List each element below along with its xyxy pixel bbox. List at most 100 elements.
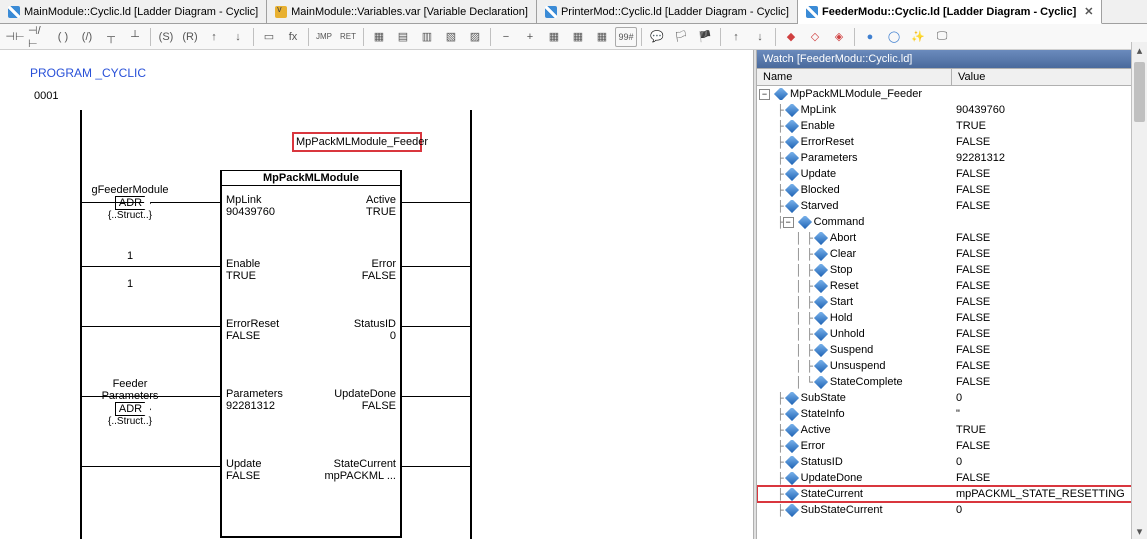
tool-return[interactable]: RET [337, 27, 359, 47]
watch-value-cell[interactable]: FALSE [952, 280, 1147, 292]
watch-row[interactable]: −MpPackMLModule_Feeder [757, 86, 1147, 102]
watch-row[interactable]: │ ├UnsuspendFALSE [757, 358, 1147, 374]
watch-value-cell[interactable]: TRUE [952, 424, 1147, 436]
watch-row[interactable]: ├StateInfo" [757, 406, 1147, 422]
tool-bubble[interactable]: 💬 [646, 27, 668, 47]
tool-down[interactable]: ↓ [749, 27, 771, 47]
external-label[interactable]: 1 [87, 250, 173, 262]
tab[interactable]: PrinterMod::Cyclic.ld [Ladder Diagram - … [537, 0, 798, 23]
tool-set[interactable]: (S) [155, 27, 177, 47]
tool-branch-up[interactable]: ┴ [124, 27, 146, 47]
watch-value-cell[interactable]: FALSE [952, 248, 1147, 260]
fb-instance-name[interactable]: MpPackMLModule_Feeder [292, 132, 422, 152]
tool-contact-no[interactable]: ⊣⊢ [4, 27, 26, 47]
expand-icon[interactable]: − [783, 217, 794, 228]
watch-row[interactable]: │ ├UnholdFALSE [757, 326, 1147, 342]
tool-branch-down[interactable]: ┬ [100, 27, 122, 47]
watch-value-cell[interactable]: FALSE [952, 312, 1147, 324]
watch-row[interactable]: ├StarvedFALSE [757, 198, 1147, 214]
watch-value-cell[interactable]: " [952, 408, 1147, 420]
tool-flag[interactable]: 🏳 [670, 27, 692, 47]
tool-grid2[interactable]: ▦ [567, 27, 589, 47]
tool-reset[interactable]: (R) [179, 27, 201, 47]
watch-row[interactable]: ├BlockedFALSE [757, 182, 1147, 198]
watch-value-cell[interactable]: 0 [952, 504, 1147, 516]
tool-rising[interactable]: ↑ [203, 27, 225, 47]
tool-jump[interactable]: JMP [313, 27, 335, 47]
watch-col-value[interactable]: Value [952, 69, 1147, 85]
watch-row[interactable]: ├ErrorResetFALSE [757, 134, 1147, 150]
tool-falling[interactable]: ↓ [227, 27, 249, 47]
tool-fb[interactable]: ▭ [258, 27, 280, 47]
watch-value-cell[interactable]: 92281312 [952, 152, 1147, 164]
watch-value-cell[interactable]: FALSE [952, 328, 1147, 340]
watch-value-cell[interactable]: 0 [952, 392, 1147, 404]
watch-row[interactable]: │ ├HoldFALSE [757, 310, 1147, 326]
external-label[interactable]: gFeederModuleADR{..Struct..} [87, 184, 173, 221]
tool-m2[interactable]: ◇ [804, 27, 826, 47]
watch-row[interactable]: ├UpdateFALSE [757, 166, 1147, 182]
scroll-down-icon[interactable]: ▾ [1132, 523, 1147, 539]
watch-value-cell[interactable]: mpPACKML_STATE_RESETTING [952, 488, 1147, 500]
watch-row[interactable]: │ ├StopFALSE [757, 262, 1147, 278]
watch-row[interactable]: ├MpLink90439760 [757, 102, 1147, 118]
watch-row[interactable]: ├SubState0 [757, 390, 1147, 406]
watch-value-cell[interactable]: FALSE [952, 376, 1147, 388]
tab[interactable]: MainModule::Cyclic.ld [Ladder Diagram - … [0, 0, 267, 23]
watch-row[interactable]: ├ErrorFALSE [757, 438, 1147, 454]
tool-func[interactable]: fx [282, 27, 304, 47]
tool-monitor[interactable]: 🖵 [931, 27, 953, 47]
tab[interactable]: FeederModu::Cyclic.ld [Ladder Diagram - … [798, 0, 1103, 24]
expand-icon[interactable]: − [759, 89, 770, 100]
tool-c1[interactable]: ● [859, 27, 881, 47]
watch-row[interactable]: ├−Command [757, 214, 1147, 230]
watch-value-cell[interactable]: FALSE [952, 200, 1147, 212]
tool-coil[interactable]: ( ) [52, 27, 74, 47]
tool-zoom-in[interactable]: + [519, 27, 541, 47]
tool-grid3[interactable]: ▦ [591, 27, 613, 47]
tool-m3[interactable]: ◈ [828, 27, 850, 47]
tool-win1[interactable]: ▦ [368, 27, 390, 47]
watch-row[interactable]: ├SubStateCurrent0 [757, 502, 1147, 518]
tool-wand[interactable]: ✨ [907, 27, 929, 47]
watch-row[interactable]: │ └StateCompleteFALSE [757, 374, 1147, 390]
tab[interactable]: MainModule::Variables.var [Variable Decl… [267, 0, 537, 23]
tool-win3[interactable]: ▥ [416, 27, 438, 47]
watch-row[interactable]: ├UpdateDoneFALSE [757, 470, 1147, 486]
watch-value-cell[interactable]: 90439760 [952, 104, 1147, 116]
watch-value-cell[interactable]: FALSE [952, 296, 1147, 308]
tool-win5[interactable]: ▨ [464, 27, 486, 47]
watch-row[interactable]: ├Parameters92281312 [757, 150, 1147, 166]
watch-value-cell[interactable]: 0 [952, 456, 1147, 468]
scroll-thumb[interactable] [1134, 62, 1145, 122]
watch-row[interactable]: │ ├SuspendFALSE [757, 342, 1147, 358]
tool-win2[interactable]: ▤ [392, 27, 414, 47]
external-label[interactable]: FeederParametersADR{..Struct..} [87, 378, 173, 427]
external-label[interactable]: 1 [87, 278, 173, 290]
watch-value-cell[interactable]: FALSE [952, 344, 1147, 356]
tool-flag2[interactable]: 🏴 [694, 27, 716, 47]
watch-row[interactable]: ├StateCurrentmpPACKML_STATE_RESETTING [757, 486, 1147, 502]
watch-value-cell[interactable]: TRUE [952, 120, 1147, 132]
watch-value-cell[interactable]: FALSE [952, 232, 1147, 244]
close-icon[interactable]: ✕ [1084, 5, 1093, 18]
watch-row[interactable]: │ ├ResetFALSE [757, 278, 1147, 294]
scroll-up-icon[interactable]: ▴ [1132, 42, 1147, 58]
function-block[interactable]: MpPackMLModule MpLinkActive90439760TRUEE… [220, 170, 402, 538]
tool-up[interactable]: ↑ [725, 27, 747, 47]
ladder-editor[interactable]: PROGRAM _CYCLIC 0001 MpPackMLModule_Feed… [0, 50, 753, 539]
watch-col-name[interactable]: Name [757, 69, 952, 85]
tool-coil-neg[interactable]: (/) [76, 27, 98, 47]
watch-value-cell[interactable]: FALSE [952, 136, 1147, 148]
tool-grid1[interactable]: ▦ [543, 27, 565, 47]
watch-value-cell[interactable]: FALSE [952, 440, 1147, 452]
watch-value-cell[interactable]: FALSE [952, 472, 1147, 484]
watch-row[interactable]: │ ├StartFALSE [757, 294, 1147, 310]
watch-value-cell[interactable]: FALSE [952, 264, 1147, 276]
tool-c2[interactable]: ◯ [883, 27, 905, 47]
tool-zoom-out[interactable]: − [495, 27, 517, 47]
tool-win4[interactable]: ▧ [440, 27, 462, 47]
watch-row[interactable]: ├StatusID0 [757, 454, 1147, 470]
watch-row[interactable]: ├EnableTRUE [757, 118, 1147, 134]
watch-row[interactable]: │ ├ClearFALSE [757, 246, 1147, 262]
